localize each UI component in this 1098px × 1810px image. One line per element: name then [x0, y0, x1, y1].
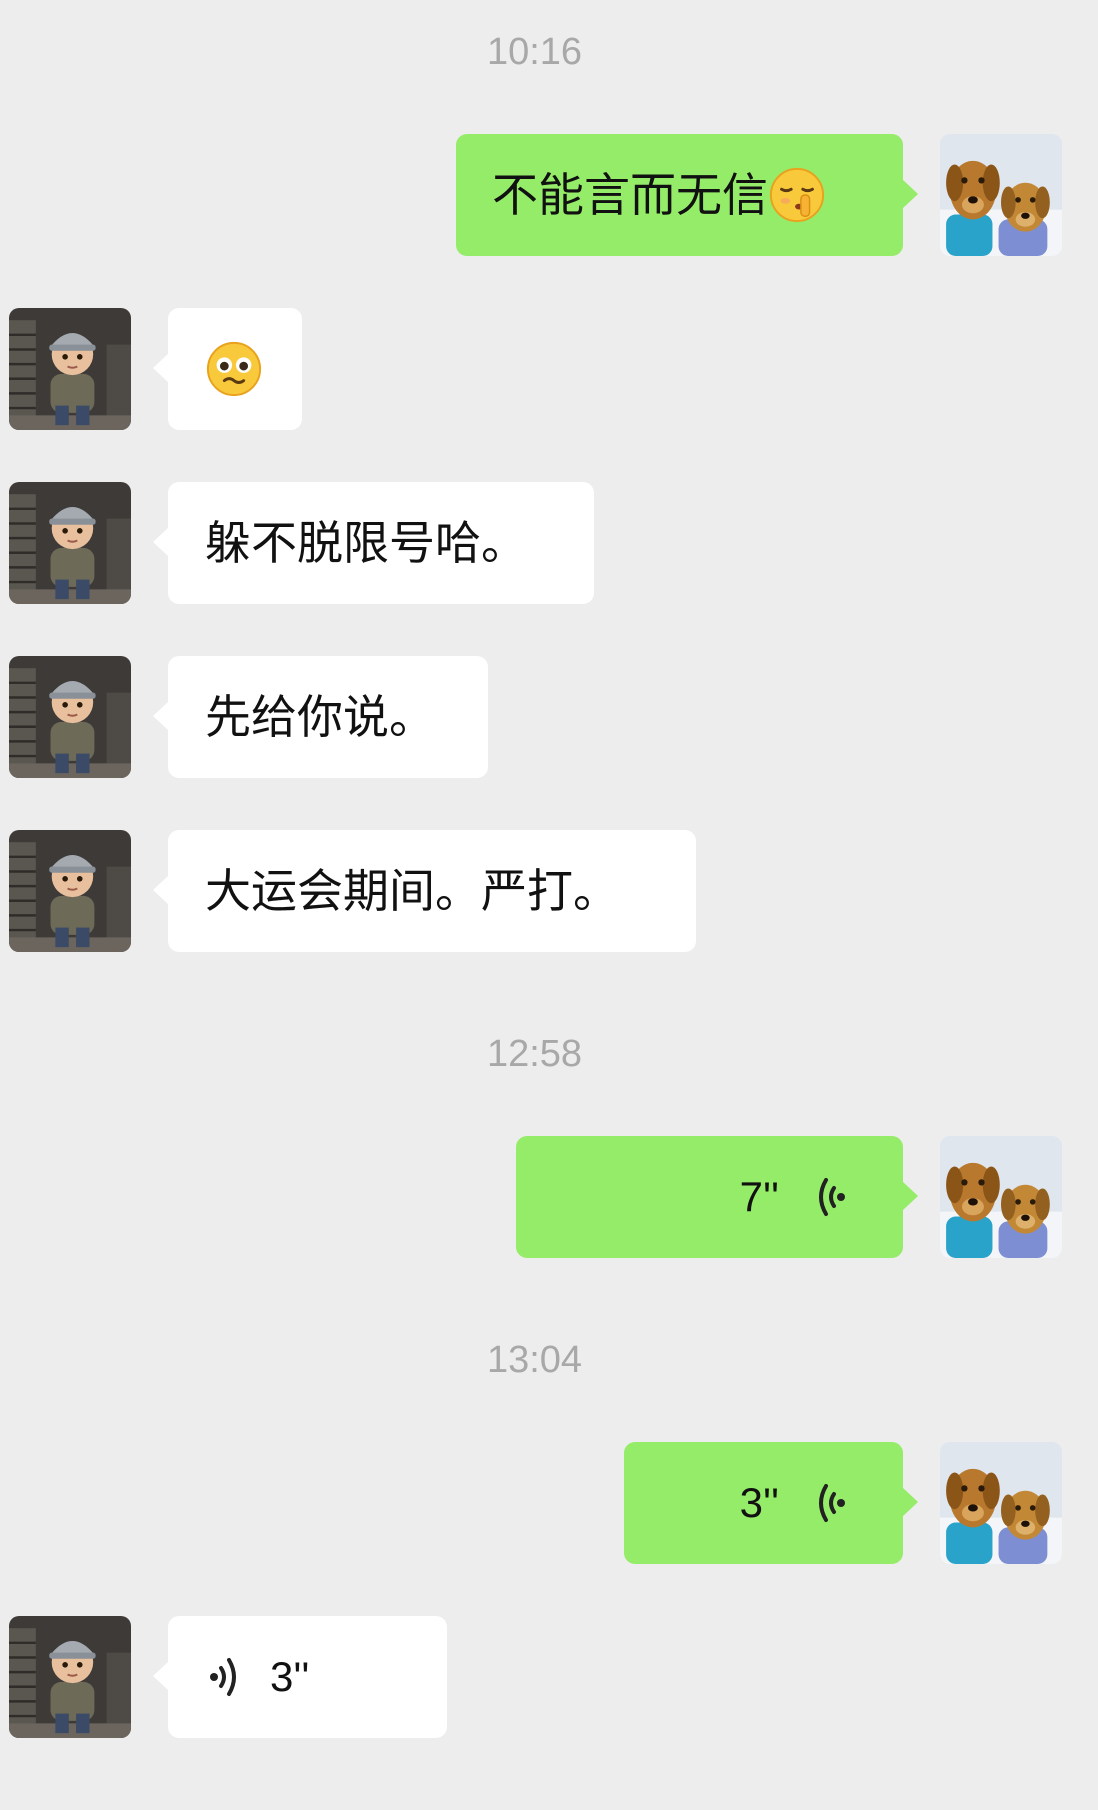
message-text: 先给你说。: [205, 690, 435, 744]
outgoing-voice-bubble[interactable]: 3'': [624, 1442, 918, 1564]
contact-avatar[interactable]: [9, 308, 131, 430]
incoming-emoji-bubble[interactable]: [153, 308, 302, 430]
pleading-face-emoji: [205, 340, 263, 398]
toddler-helmet-icon: [9, 308, 131, 430]
timestamp: 13:04: [486, 1339, 583, 1381]
two-golden-retrievers-icon: [940, 134, 1062, 256]
timestamp: 10:16: [486, 31, 583, 73]
incoming-text-bubble[interactable]: 躲不脱限号哈。: [153, 482, 594, 604]
self-avatar[interactable]: [940, 1136, 1062, 1258]
voice-duration: 3'': [270, 1653, 310, 1700]
self-avatar[interactable]: [940, 134, 1062, 256]
contact-avatar[interactable]: [9, 656, 131, 778]
contact-avatar[interactable]: [9, 830, 131, 952]
voice-wave-icon: [807, 1478, 851, 1528]
voice-wave-icon: [204, 1652, 248, 1702]
toddler-helmet-icon: [9, 482, 131, 604]
incoming-voice-bubble[interactable]: 3'': [153, 1616, 447, 1738]
toddler-helmet-icon: [9, 656, 131, 778]
voice-wave-icon: [807, 1172, 851, 1222]
incoming-text-bubble[interactable]: 先给你说。: [153, 656, 488, 778]
message-text: 躲不脱限号哈。: [205, 516, 527, 570]
shushing-face-emoji: [768, 166, 826, 224]
outgoing-voice-bubble[interactable]: 7'': [516, 1136, 918, 1258]
timestamp: 12:58: [486, 1033, 583, 1075]
self-avatar[interactable]: [940, 1442, 1062, 1564]
voice-duration: 3'': [739, 1479, 779, 1526]
message-text: 大运会期间。严打。: [205, 864, 619, 918]
toddler-helmet-icon: [9, 830, 131, 952]
two-golden-retrievers-icon: [940, 1442, 1062, 1564]
incoming-text-bubble[interactable]: 大运会期间。严打。: [153, 830, 696, 952]
toddler-helmet-icon: [9, 1616, 131, 1738]
contact-avatar[interactable]: [9, 1616, 131, 1738]
two-golden-retrievers-icon: [940, 1136, 1062, 1258]
voice-duration: 7'': [739, 1173, 779, 1220]
message-text: 不能言而无信: [492, 168, 768, 222]
contact-avatar[interactable]: [9, 482, 131, 604]
outgoing-text-bubble[interactable]: 不能言而无信: [456, 134, 918, 256]
